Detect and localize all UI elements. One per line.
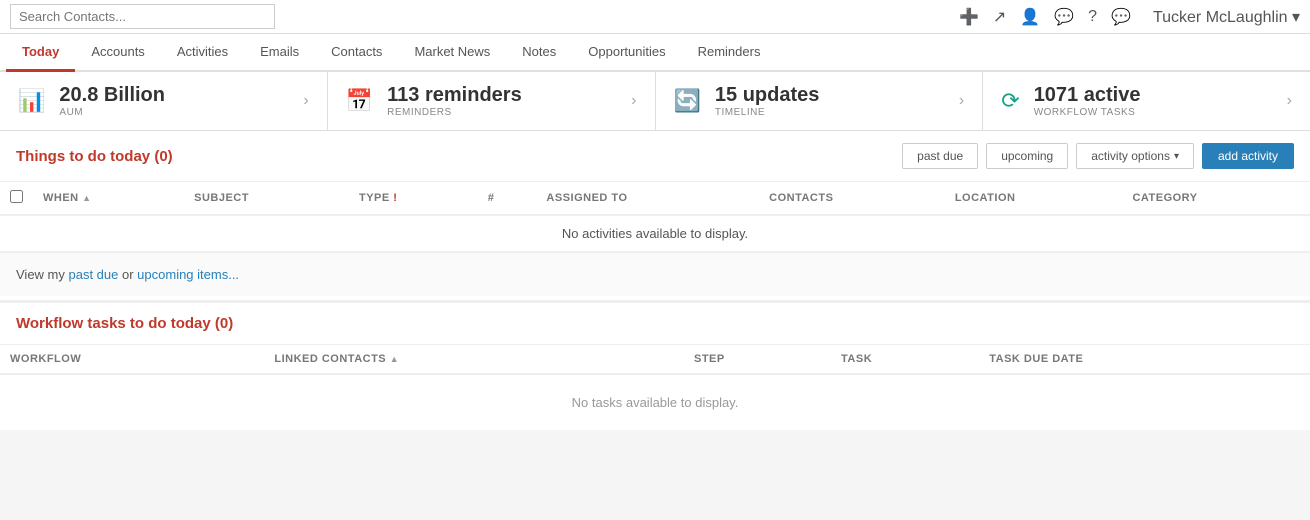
workflow-empty-message: No tasks available to display. [0,374,1310,430]
location-header: LOCATION [945,182,1123,215]
past-due-link[interactable]: past due [69,267,119,282]
past-due-button[interactable]: past due [902,143,978,169]
task-due-date-col-header: TASK DUE DATE [979,345,1310,374]
activities-section-header: Things to do today (0) past due upcoming… [0,131,1310,182]
card-updates-text: 15 updates TIMELINE [715,84,819,118]
tab-opportunities[interactable]: Opportunities [572,34,681,72]
search-input[interactable] [10,4,275,29]
updates-arrow-icon: › [959,92,964,110]
card-workflow-text: 1071 active WORKFLOW TASKS [1034,84,1141,118]
select-all-checkbox[interactable] [10,190,23,203]
subject-header: SUBJECT [184,182,349,215]
aum-arrow-icon: › [303,92,308,110]
user-name[interactable]: Tucker McLaughlin [1153,7,1300,27]
upcoming-button[interactable]: upcoming [986,143,1068,169]
workflow-label: WORKFLOW TASKS [1034,107,1141,118]
aum-icon: 📊 [18,88,45,114]
aum-label: AUM [59,107,165,118]
activities-table: WHEN ▲ SUBJECT TYPE ! # ASSIGNED TO CONT… [0,182,1310,252]
top-bar-icons: ➕ ↗ 👤 💬 ? 💬 Tucker McLaughlin [959,7,1300,27]
linked-contacts-sort-icon: ▲ [390,354,399,364]
card-workflow[interactable]: ⟳ 1071 active WORKFLOW TASKS › [983,72,1310,130]
workflow-section-header: Workflow tasks to do today (0) [0,303,1310,345]
tab-accounts[interactable]: Accounts [75,34,160,72]
step-col-header: STEP [684,345,831,374]
nav-tabs: Today Accounts Activities Emails Contact… [0,34,1310,72]
chat-icon[interactable]: 💬 [1054,7,1074,27]
add-activity-button[interactable]: add activity [1202,143,1294,169]
activities-title: Things to do today (0) [16,148,902,165]
help-icon[interactable]: ? [1088,8,1097,26]
category-header: CATEGORY [1122,182,1310,215]
updates-icon: 🔄 [674,88,701,114]
tab-market-news[interactable]: Market News [398,34,506,72]
card-reminders-text: 113 reminders REMINDERS [387,84,522,118]
linked-contacts-col-header[interactable]: LINKED CONTACTS ▲ [264,345,684,374]
updates-label: TIMELINE [715,107,819,118]
summary-cards: 📊 20.8 Billion AUM › 📅 113 reminders REM… [0,72,1310,131]
activity-options-button[interactable]: activity options [1076,143,1194,169]
view-links-middle: or [122,267,137,282]
tab-contacts[interactable]: Contacts [315,34,398,72]
tab-reminders[interactable]: Reminders [682,34,777,72]
assigned-to-header: ASSIGNED TO [536,182,759,215]
reminders-icon: 📅 [346,88,373,114]
search-box[interactable] [10,4,275,29]
card-updates[interactable]: 🔄 15 updates TIMELINE › [656,72,984,130]
reminders-label: REMINDERS [387,107,522,118]
tab-today[interactable]: Today [6,34,75,72]
workflow-icon: ⟳ [1001,88,1019,114]
section-actions: past due upcoming activity options add a… [902,143,1294,169]
aum-value: 20.8 Billion [59,84,165,107]
updates-value: 15 updates [715,84,819,107]
card-reminders[interactable]: 📅 113 reminders REMINDERS › [328,72,656,130]
type-exclamation-icon: ! [393,192,397,204]
user-icon[interactable]: 👤 [1020,7,1040,27]
workflow-arrow-icon: › [1287,92,1292,110]
workflow-value: 1071 active [1034,84,1141,107]
reminders-arrow-icon: › [631,92,636,110]
workflow-title: Workflow tasks to do today (0) [16,315,233,332]
view-links: View my past due or upcoming items... [0,252,1310,296]
reminders-value: 113 reminders [387,84,522,107]
main-content: Things to do today (0) past due upcoming… [0,131,1310,430]
tab-emails[interactable]: Emails [244,34,315,72]
top-bar: ➕ ↗ 👤 💬 ? 💬 Tucker McLaughlin [0,0,1310,34]
add-icon[interactable]: ➕ [959,7,979,27]
message-icon[interactable]: 💬 [1111,7,1131,27]
workflow-section: Workflow tasks to do today (0) WORKFLOW … [0,300,1310,430]
contacts-header: CONTACTS [759,182,945,215]
when-sort-icon: ▲ [82,193,91,203]
when-header[interactable]: WHEN ▲ [33,182,184,215]
activities-empty-row: No activities available to display. [0,215,1310,252]
workflow-table: WORKFLOW LINKED CONTACTS ▲ STEP TASK TAS… [0,345,1310,430]
view-links-prefix: View my [16,267,69,282]
type-header: TYPE ! [349,182,478,215]
card-aum[interactable]: 📊 20.8 Billion AUM › [0,72,328,130]
task-col-header: TASK [831,345,979,374]
upcoming-link[interactable]: upcoming items... [137,267,239,282]
tab-notes[interactable]: Notes [506,34,572,72]
workflow-empty-row: No tasks available to display. [0,374,1310,430]
workflow-col-header: WORKFLOW [0,345,264,374]
card-aum-text: 20.8 Billion AUM [59,84,165,118]
tab-activities[interactable]: Activities [161,34,244,72]
select-all-header [0,182,33,215]
activities-empty-message: No activities available to display. [0,215,1310,252]
hash-header: # [478,182,537,215]
share-icon[interactable]: ↗ [993,7,1006,27]
